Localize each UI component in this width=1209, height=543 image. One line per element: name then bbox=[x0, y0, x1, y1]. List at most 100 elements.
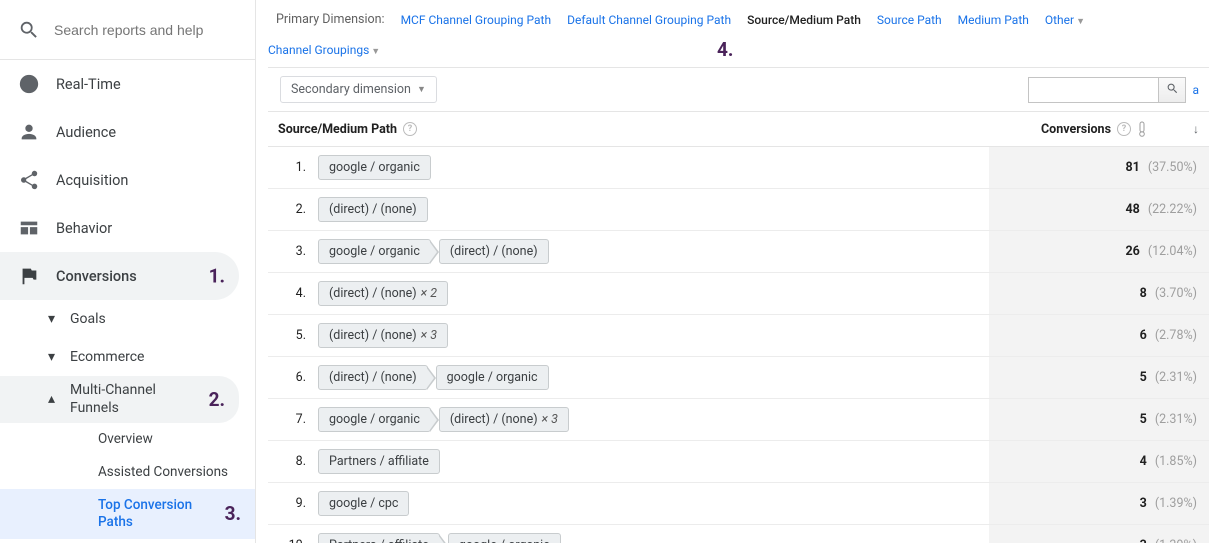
row-number: 1. bbox=[268, 160, 318, 175]
sort-arrow-down-icon[interactable]: ↓ bbox=[1193, 122, 1199, 136]
main-content: Primary Dimension: MCF Channel Grouping … bbox=[256, 0, 1209, 543]
row-number: 9. bbox=[268, 496, 318, 511]
row-number: 10. bbox=[268, 538, 318, 543]
row-number: 5. bbox=[268, 328, 318, 343]
table-row[interactable]: 5.(direct) / (none) × 36(2.78%) bbox=[268, 315, 1209, 357]
sub-label: Ecommerce bbox=[70, 349, 144, 365]
search-input[interactable] bbox=[54, 22, 243, 38]
conversions-percent: (37.50%) bbox=[1148, 160, 1197, 175]
annotation-1: 1. bbox=[209, 265, 225, 288]
path-chip: Partners / affiliate bbox=[318, 533, 440, 543]
dim-source[interactable]: Source Path bbox=[877, 13, 942, 27]
path-cell: google / organic bbox=[318, 155, 989, 180]
table-row[interactable]: 7.google / organic(direct) / (none) × 35… bbox=[268, 399, 1209, 441]
path-cell: (direct) / (none) google / organic bbox=[318, 365, 989, 390]
nav-behavior[interactable]: Behavior bbox=[0, 204, 255, 252]
dim-channel-groupings[interactable]: Channel Groupings▼ bbox=[268, 43, 380, 57]
row-number: 7. bbox=[268, 412, 318, 427]
annotation-4: 4. bbox=[717, 38, 733, 61]
nav-label: Acquisition bbox=[56, 172, 128, 189]
conversions-percent: (2.31%) bbox=[1155, 412, 1197, 427]
leaf-overview[interactable]: Overview bbox=[0, 423, 255, 456]
chevron-down-icon: ▾ bbox=[48, 311, 58, 327]
nav-audience[interactable]: Audience bbox=[0, 108, 255, 156]
path-cell: google / cpc bbox=[318, 491, 989, 516]
row-number: 8. bbox=[268, 454, 318, 469]
advanced-link[interactable]: a bbox=[1192, 83, 1199, 97]
table-filter bbox=[1028, 77, 1186, 103]
path-chip: (direct) / (none) bbox=[318, 365, 428, 390]
conversions-cell: 4(1.85%) bbox=[989, 441, 1209, 482]
path-chip: (direct) / (none) × 3 bbox=[439, 407, 569, 432]
conversions-percent: (12.04%) bbox=[1148, 244, 1197, 259]
primary-dimension-label: Primary Dimension: bbox=[268, 12, 385, 27]
row-number: 6. bbox=[268, 370, 318, 385]
table-row[interactable]: 10.Partners / affiliate google / organic 3… bbox=[268, 525, 1209, 543]
nav-conversions[interactable]: Conversions 1. bbox=[0, 252, 239, 300]
dim-source-medium[interactable]: Source/Medium Path bbox=[747, 13, 861, 27]
path-chip: google / organic bbox=[318, 407, 431, 432]
table-row[interactable]: 4.(direct) / (none) × 28(3.70%) bbox=[268, 273, 1209, 315]
path-chip: (direct) / (none) × 2 bbox=[318, 281, 448, 306]
conversions-cell: 48 (22.22%) bbox=[989, 189, 1209, 230]
path-chip: google / organic bbox=[318, 155, 431, 180]
table-filter-button[interactable] bbox=[1158, 77, 1186, 103]
path-cell: google / organic (direct) / (none) × 3 bbox=[318, 407, 989, 432]
conversions-cell: 8(3.70%) bbox=[989, 273, 1209, 314]
caret-down-icon: ▼ bbox=[417, 84, 426, 95]
table-row[interactable]: 3.google / organic(direct) / (none)26(12… bbox=[268, 231, 1209, 273]
share-icon bbox=[18, 169, 40, 191]
nav-label: Conversions bbox=[56, 268, 137, 285]
help-icon[interactable]: ? bbox=[403, 122, 417, 136]
conversions-percent: (1.39%) bbox=[1155, 496, 1197, 511]
secondary-dimension-dropdown[interactable]: Secondary dimension ▼ bbox=[280, 76, 437, 103]
table-filter-input[interactable] bbox=[1028, 77, 1158, 103]
table-row[interactable]: 8.Partners / affiliate 4(1.85%) bbox=[268, 441, 1209, 483]
help-icon[interactable]: ? bbox=[1117, 122, 1131, 136]
path-chip: google / organic bbox=[448, 533, 561, 543]
path-cell: Partners / affiliate google / organic bbox=[318, 533, 989, 543]
person-icon bbox=[18, 121, 40, 143]
path-chip: google / organic bbox=[436, 365, 549, 390]
caret-down-icon: ▼ bbox=[371, 47, 380, 57]
sub-multi-channel-funnels[interactable]: ▴ Multi-Channel Funnels 2. bbox=[0, 376, 239, 423]
annotation-3: 3. bbox=[225, 502, 241, 526]
conversions-value: 48 bbox=[1125, 202, 1139, 217]
sub-ecommerce[interactable]: ▾ Ecommerce bbox=[0, 338, 255, 376]
table-row[interactable]: 2.(direct) / (none) 48 (22.22%) bbox=[268, 189, 1209, 231]
dim-other[interactable]: Other▼ bbox=[1045, 13, 1085, 27]
nav-realtime[interactable]: Real-Time bbox=[0, 60, 255, 108]
row-number: 3. bbox=[268, 244, 318, 259]
path-chip: (direct) / (none) × 3 bbox=[318, 323, 448, 348]
dim-mcf[interactable]: MCF Channel Grouping Path bbox=[401, 13, 552, 27]
leaf-top-conversion-paths[interactable]: Top Conversion Paths 3. bbox=[0, 489, 255, 539]
path-cell: Partners / affiliate bbox=[318, 449, 989, 474]
dim-default[interactable]: Default Channel Grouping Path bbox=[567, 13, 731, 27]
sidebar-search[interactable] bbox=[0, 0, 255, 60]
conversions-percent: (2.31%) bbox=[1155, 370, 1197, 385]
sub-goals[interactable]: ▾ Goals bbox=[0, 300, 255, 338]
conversions-value: 8 bbox=[1140, 286, 1147, 301]
conversions-percent: (22.22%) bbox=[1148, 202, 1197, 217]
secondary-dimension-label: Secondary dimension bbox=[291, 82, 411, 97]
nav-acquisition[interactable]: Acquisition bbox=[0, 156, 255, 204]
header-conversions[interactable]: Conversions bbox=[1041, 122, 1111, 137]
chevron-down-icon: ▾ bbox=[48, 349, 58, 365]
conversions-cell: 81(37.50%) bbox=[989, 147, 1209, 188]
path-chip: Partners / affiliate bbox=[318, 449, 440, 474]
table-row[interactable]: 9.google / cpc3(1.39%) bbox=[268, 483, 1209, 525]
nav-label: Audience bbox=[56, 124, 116, 141]
nav-label: Real-Time bbox=[56, 76, 121, 93]
row-number: 2. bbox=[268, 202, 318, 217]
conversions-cell: 3(1.39%) bbox=[989, 525, 1209, 543]
table-row[interactable]: 6.(direct) / (none)google / organic5(2.3… bbox=[268, 357, 1209, 399]
path-cell: (direct) / (none) bbox=[318, 197, 989, 222]
leaf-assisted-conversions[interactable]: Assisted Conversions bbox=[0, 456, 255, 489]
table-row[interactable]: 1.google / organic 81(37.50%) bbox=[268, 147, 1209, 189]
conversions-percent: (2.78%) bbox=[1155, 328, 1197, 343]
annotation-2: 2. bbox=[209, 388, 225, 412]
conversions-cell: 3(1.39%) bbox=[989, 483, 1209, 524]
sub-label: Multi-Channel Funnels bbox=[70, 382, 180, 417]
dim-medium[interactable]: Medium Path bbox=[958, 13, 1029, 27]
table-body: 1.google / organic81(37.50%)2.(direct) /… bbox=[268, 147, 1209, 543]
